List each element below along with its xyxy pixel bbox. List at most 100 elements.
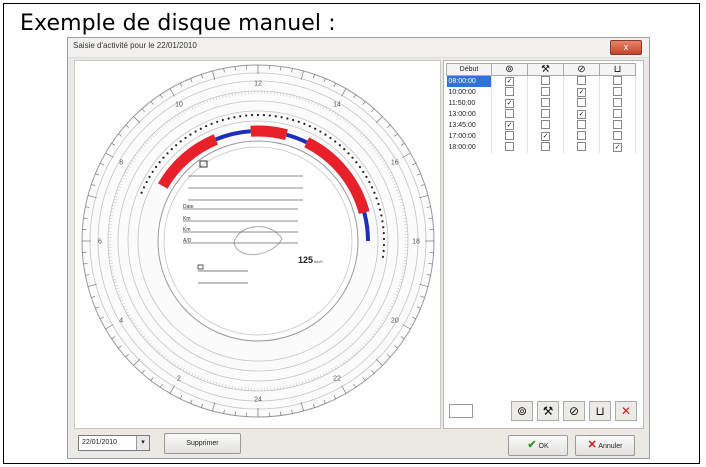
activity-checkbox[interactable]: [613, 98, 622, 107]
activity-checkbox[interactable]: ✓: [505, 99, 514, 108]
start-time-cell[interactable]: 17:00:00: [446, 131, 492, 142]
ok-button[interactable]: ✔ OK: [508, 435, 568, 456]
start-time-cell[interactable]: 13:45:00: [446, 120, 492, 131]
date-dropdown[interactable]: 22/01/2010 ▾: [78, 435, 150, 451]
activity-checkbox[interactable]: ✓: [505, 77, 514, 86]
cancel-button[interactable]: ✕ Annuler: [575, 435, 635, 456]
activity-table: Début ⊚ ⚒ ⊘ ⊔ 08:00:00 ✓ 10:00:00 ✓ 11:50:00…: [446, 63, 636, 153]
duration-field[interactable]: [449, 404, 473, 418]
activity-checkbox[interactable]: [505, 131, 514, 140]
activity-checkbox[interactable]: [613, 76, 622, 85]
recording-dot: [151, 170, 154, 173]
start-time-cell[interactable]: 10:00:00: [446, 87, 492, 98]
dialog-footer: 22/01/2010 ▾ Supprimer ✔ OK ✕ Annuler: [68, 432, 649, 460]
tachograph-disc: 24246810121416182022DateKmKmA/D125 km/h: [81, 64, 435, 418]
availability-icon: ⊘: [568, 404, 580, 418]
column-header-work[interactable]: ⚒: [527, 63, 564, 76]
column-header-rest[interactable]: ⊔: [599, 63, 636, 76]
activity-cell: [599, 87, 636, 98]
column-header-availability[interactable]: ⊘: [563, 63, 600, 76]
activity-checkbox[interactable]: ✓: [505, 121, 514, 130]
table-row[interactable]: 17:00:00 ✓: [446, 131, 636, 142]
document-heading: Exemple de disque manuel :: [20, 11, 336, 36]
activity-checkbox[interactable]: [577, 76, 586, 85]
hour-label: 10: [175, 102, 183, 109]
activity-cell: ✓: [599, 142, 636, 153]
recording-dot: [245, 114, 248, 117]
activity-checkbox[interactable]: ✓: [541, 132, 550, 141]
start-time-cell[interactable]: 13:00:00: [446, 109, 492, 120]
activity-checkbox[interactable]: [505, 142, 514, 151]
recording-dot: [377, 202, 380, 206]
table-row[interactable]: 13:00:00 ✓: [446, 109, 636, 120]
rest-button[interactable]: ⊔: [589, 401, 611, 421]
table-row[interactable]: 18:00:00 ✓: [446, 142, 636, 153]
close-button[interactable]: x: [610, 40, 642, 55]
table-row[interactable]: 11:50:00 ✓: [446, 98, 636, 109]
chevron-down-icon[interactable]: ▾: [136, 436, 149, 450]
activity-checkbox[interactable]: ✓: [577, 88, 586, 97]
delete-button[interactable]: Supprimer: [164, 433, 241, 454]
activity-cell: [599, 120, 636, 131]
activity-checkbox[interactable]: [505, 109, 514, 118]
availability-button[interactable]: ⊘: [563, 401, 585, 421]
activity-checkbox[interactable]: [541, 142, 550, 151]
recording-dot: [362, 170, 365, 173]
activity-cell: [491, 87, 528, 98]
activity-checkbox[interactable]: ✓: [613, 143, 622, 152]
recording-dot: [250, 114, 254, 117]
activity-checkbox[interactable]: [613, 120, 622, 129]
work-button[interactable]: ⚒: [537, 401, 559, 421]
activity-cell: ✓: [491, 120, 528, 131]
activity-cell: ✓: [491, 75, 528, 87]
activity-checkbox[interactable]: [577, 98, 586, 107]
activity-checkbox[interactable]: [541, 120, 550, 129]
column-header-start[interactable]: Début: [446, 63, 492, 76]
activity-checkbox[interactable]: [505, 87, 514, 96]
activity-entry-dialog: Saisie d'activité pour le 22/01/2010 x 2…: [67, 37, 650, 459]
activity-checkbox[interactable]: [577, 142, 586, 151]
activity-cell: [527, 75, 564, 87]
recording-dot: [210, 122, 213, 125]
recording-dot: [382, 249, 385, 252]
recording-dot: [375, 197, 378, 200]
activity-checkbox[interactable]: [613, 131, 622, 140]
recording-dot: [338, 144, 341, 147]
recording-dot: [194, 130, 197, 133]
activity-cell: [563, 142, 600, 153]
table-row[interactable]: 08:00:00 ✓: [446, 75, 636, 87]
recording-dot: [148, 175, 151, 178]
activity-checkbox[interactable]: [613, 87, 622, 96]
driving-icon: ⊚: [505, 64, 514, 75]
start-time-cell[interactable]: 11:50:00: [446, 98, 492, 109]
driving-button[interactable]: ⊚: [511, 401, 533, 421]
activity-checkbox[interactable]: [541, 98, 550, 107]
recording-dot: [303, 122, 306, 125]
recording-dot: [329, 136, 332, 140]
recording-dot: [308, 125, 311, 128]
column-header-driving[interactable]: ⊚: [491, 63, 528, 76]
cancel-icon: ✕: [587, 439, 597, 451]
activity-checkbox[interactable]: [613, 109, 622, 118]
start-time-cell[interactable]: 08:00:00: [446, 75, 492, 87]
recording-dot: [297, 120, 300, 123]
activity-checkbox[interactable]: [541, 87, 550, 96]
hour-label: 24: [254, 397, 262, 404]
table-row[interactable]: 10:00:00 ✓: [446, 87, 636, 98]
tachograph-disc-panel[interactable]: 24 2 4 6 8 10 12 14 16 18 20 22 Date Km Km A/D 125 km/h: [74, 60, 441, 429]
activity-checkbox[interactable]: ✓: [577, 110, 586, 119]
recording-dot: [221, 118, 224, 122]
delete-row-button[interactable]: ✕: [615, 401, 637, 421]
recording-dot: [154, 165, 158, 169]
table-row[interactable]: 13:45:00 ✓: [446, 120, 636, 131]
cancel-label: Annuler: [598, 443, 623, 450]
activity-cell: [491, 131, 528, 142]
form-label: Km: [183, 227, 191, 233]
activity-checkbox[interactable]: [541, 76, 550, 85]
activity-cell: ✓: [563, 109, 600, 120]
activity-checkbox[interactable]: [577, 131, 586, 140]
start-time-cell[interactable]: 18:00:00: [446, 142, 492, 153]
activity-checkbox[interactable]: [541, 109, 550, 118]
activity-panel: Début ⊚ ⚒ ⊘ ⊔ 08:00:00 ✓ 10:00:00 ✓ 11:50:00…: [443, 60, 644, 429]
activity-checkbox[interactable]: [577, 120, 586, 129]
